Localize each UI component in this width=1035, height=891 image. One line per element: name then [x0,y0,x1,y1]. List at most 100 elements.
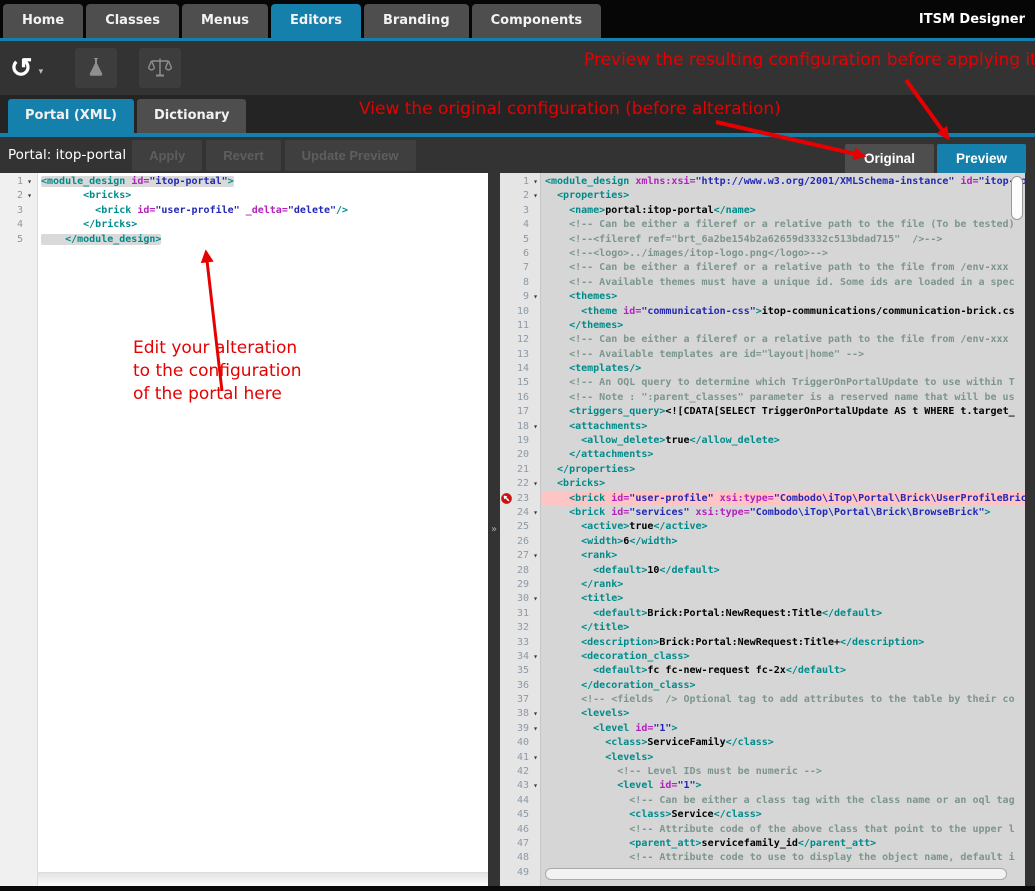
line-number: 30 [513,592,529,606]
code-line-13: 13 <!-- Available templates are id="layo… [500,348,1025,362]
code-text: </attachments> [542,448,1025,462]
preview-button[interactable]: Preview [937,144,1026,173]
fold-gutter [529,636,542,650]
nav-tab-classes[interactable]: Classes [86,4,179,38]
line-number: 3 [513,204,529,218]
code-text: <properties> [542,189,1025,203]
line-number: 49 [513,866,529,880]
fold-gutter [529,664,542,678]
fold-toggle-icon[interactable]: ▾ [529,650,542,664]
fold-toggle-icon[interactable]: ▾ [529,779,542,793]
code-line-27: 27▾ <rank> [500,549,1025,563]
tab-portal-xml[interactable]: Portal (XML) [8,99,134,133]
code-line-8: 8 <!-- Available themes must have a uniq… [500,276,1025,290]
editor-panes: 1▾<module_design id="itop-portal">2▾ <br… [0,173,1035,886]
view-toggle: Original Preview [845,144,1026,173]
nav-tab-menus[interactable]: Menus [182,4,268,38]
fold-toggle-icon[interactable]: ▾ [529,722,542,736]
code-line-34: 34▾ <decoration_class> [500,650,1025,664]
line-number: 32 [513,621,529,635]
code-text: <!-- Available themes must have a unique… [542,276,1025,290]
undo-button[interactable]: ↺ ▾ [10,55,43,82]
nav-tab-home[interactable]: Home [3,4,83,38]
line-number: 4 [513,218,529,232]
flask-icon [84,55,108,82]
fold-toggle-icon[interactable]: ▾ [529,189,542,203]
gutter-marker [500,592,513,606]
line-number: 5 [513,233,529,247]
code-text: <!-- Note : ":parent_classes" parameter … [542,391,1025,405]
fold-toggle-icon[interactable]: ▾ [529,592,542,606]
line-number: 27 [513,549,529,563]
gutter-marker [500,722,513,736]
annotation-original: View the original configuration (before … [359,99,781,119]
code-line-2[interactable]: 2▾ <bricks> [0,189,488,203]
fold-toggle-icon[interactable]: ▾ [529,477,542,491]
code-line-40: 40 <class>ServiceFamily</class> [500,736,1025,750]
code-line-5[interactable]: 5 </module_design> [0,233,488,247]
code-text: <brick id="user-profile" _delta="delete"… [36,204,488,218]
fold-gutter [529,204,542,218]
code-text: <bricks> [36,189,488,203]
fold-toggle-icon[interactable]: ▾ [23,189,36,203]
action-bar: Portal: itop-portal Apply Revert Update … [0,137,1035,173]
line-number: 6 [513,247,529,261]
compare-button[interactable] [139,48,181,88]
annotation-edit-line-1: Edit your alteration [133,337,302,360]
line-number: 37 [513,693,529,707]
gutter-marker [500,448,513,462]
nav-tab-branding[interactable]: Branding [364,4,469,38]
code-line-47: 47 <parent_att>servicefamily_id</parent_… [500,837,1025,851]
preview-editor[interactable]: 1▾<module_design xmlns:xsi="http://www.w… [500,173,1025,886]
gutter-marker [500,420,513,434]
code-line-31: 31 <default>Brick:Portal:NewRequest:Titl… [500,607,1025,621]
vertical-scrollbar-thumb[interactable] [1011,176,1023,220]
update-preview-button[interactable]: Update Preview [285,140,416,171]
fold-toggle-icon[interactable]: ▾ [529,549,542,563]
fold-toggle-icon[interactable]: ▾ [529,506,542,520]
fold-gutter [529,405,542,419]
horizontal-scrollbar-track[interactable] [38,872,488,886]
pane-splitter[interactable]: » [488,173,500,886]
fold-toggle-icon[interactable]: ▾ [529,420,542,434]
gutter-marker [500,305,513,319]
horizontal-scrollbar-thumb[interactable] [545,868,1007,880]
code-line-7: 7 <!-- Can be either a fileref or a rela… [500,261,1025,275]
portal-label: Portal: itop-portal [8,147,126,163]
nav-tab-components[interactable]: Components [472,4,602,38]
fold-toggle-icon[interactable]: ▾ [529,707,542,721]
code-text: <name>portal:itop-portal</name> [542,204,1025,218]
code-text: <description>Brick:Portal:NewRequest:Tit… [542,636,1025,650]
fold-toggle-icon[interactable]: ▾ [23,175,36,189]
line-number: 29 [513,578,529,592]
code-line-30: 30▾ <title> [500,592,1025,606]
tab-dictionary[interactable]: Dictionary [137,99,246,133]
fold-toggle-icon[interactable]: ▾ [529,751,542,765]
code-line-2: 2▾ <properties> [500,189,1025,203]
gutter-marker [500,434,513,448]
code-line-3[interactable]: 3 <brick id="user-profile" _delta="delet… [0,204,488,218]
gutter-marker [500,837,513,851]
code-line-4[interactable]: 4 </bricks> [0,218,488,232]
alteration-editor[interactable]: 1▾<module_design id="itop-portal">2▾ <br… [0,173,488,886]
test-configuration-button[interactable] [75,48,117,88]
code-line-15: 15 <!-- An OQL query to determine which … [500,376,1025,390]
undo-icon: ↺ [10,55,33,82]
code-line-26: 26 <width>6</width> [500,535,1025,549]
fold-gutter [529,376,542,390]
code-line-1[interactable]: 1▾<module_design id="itop-portal"> [0,175,488,189]
fold-toggle-icon[interactable]: ▾ [529,290,542,304]
code-line-21: 21 </properties> [500,463,1025,477]
fold-gutter [23,204,36,218]
code-line-18: 18▾ <attachments> [500,420,1025,434]
apply-button[interactable]: Apply [132,140,202,171]
fold-toggle-icon[interactable]: ▾ [529,175,542,189]
code-line-48: 48 <!-- Attribute code to use to display… [500,851,1025,865]
gutter-marker [500,736,513,750]
gutter-marker [500,319,513,333]
original-button[interactable]: Original [845,144,934,173]
nav-tab-editors[interactable]: Editors [271,4,361,38]
revert-button[interactable]: Revert [206,140,280,171]
code-text: <module_design xmlns:xsi="http://www.w3.… [542,175,1025,189]
fold-gutter [23,233,36,247]
